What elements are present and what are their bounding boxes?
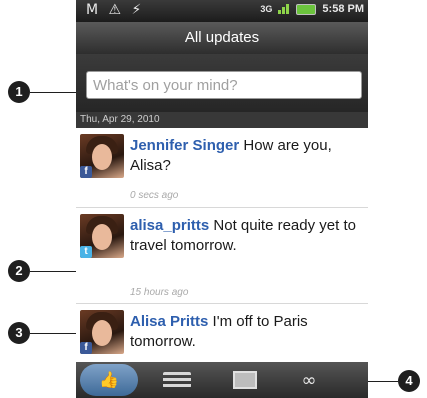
avatar[interactable]: f xyxy=(80,134,124,178)
status-bar: M ⚠ ⚡ 3G 5:58 PM xyxy=(76,0,368,22)
post-time: 15 hours ago xyxy=(130,287,189,298)
callout-2: 2 xyxy=(8,260,30,282)
twitter-icon: t xyxy=(80,246,92,258)
avatar[interactable]: t xyxy=(80,214,124,258)
post-text: Alisa Pritts I'm off to Paris tomorrow. xyxy=(130,312,362,352)
post-author[interactable]: Jennifer Singer xyxy=(130,137,239,154)
callout-3-leader xyxy=(30,333,82,334)
callout-3: 3 xyxy=(8,322,30,344)
feed-item[interactable]: f Alisa Pritts I'm off to Paris tomorrow… xyxy=(76,304,368,362)
date-header: Thu, Apr 29, 2010 xyxy=(76,112,368,128)
post-author[interactable]: Alisa Pritts xyxy=(130,313,208,330)
facebook-icon: f xyxy=(80,166,92,178)
post-text: Jennifer Singer How are you, Alisa? xyxy=(130,136,362,176)
status-indicators: 3G 5:58 PM xyxy=(260,3,364,15)
facebook-icon: f xyxy=(80,342,92,354)
status-input[interactable] xyxy=(86,71,362,99)
bottom-toolbar: 👍 ∞ xyxy=(76,362,368,398)
photos-icon xyxy=(233,371,257,389)
links-tab[interactable]: ∞ xyxy=(280,364,338,396)
status-tab[interactable] xyxy=(148,364,206,396)
photos-tab[interactable] xyxy=(216,364,274,396)
status-icon xyxy=(163,372,191,388)
post-text: alisa_pritts Not quite ready yet to trav… xyxy=(130,216,362,256)
clock: 5:58 PM xyxy=(322,3,364,15)
battery-icon xyxy=(296,3,317,15)
all-updates-icon: 👍 xyxy=(99,372,119,389)
avatar[interactable]: f xyxy=(80,310,124,354)
notification-icons: M ⚠ ⚡ xyxy=(86,2,145,18)
post-author[interactable]: alisa_pritts xyxy=(130,217,209,234)
compose-bar xyxy=(76,54,368,112)
feed-item[interactable]: t alisa_pritts Not quite ready yet to tr… xyxy=(76,208,368,304)
network-type: 3G xyxy=(260,4,273,14)
all-updates-tab[interactable]: 👍 xyxy=(80,364,138,396)
phone-screen: M ⚠ ⚡ 3G 5:58 PM All updates Thu, Apr 29… xyxy=(76,0,368,398)
links-icon: ∞ xyxy=(301,369,317,391)
page-title: All updates xyxy=(76,22,368,54)
callout-4: 4 xyxy=(398,370,420,392)
feed-item[interactable]: f Jennifer Singer How are you, Alisa? 0 … xyxy=(76,128,368,208)
callout-1: 1 xyxy=(8,81,30,103)
updates-feed[interactable]: f Jennifer Singer How are you, Alisa? 0 … xyxy=(76,128,368,362)
signal-icon xyxy=(278,4,290,14)
post-time: 0 secs ago xyxy=(130,190,179,201)
